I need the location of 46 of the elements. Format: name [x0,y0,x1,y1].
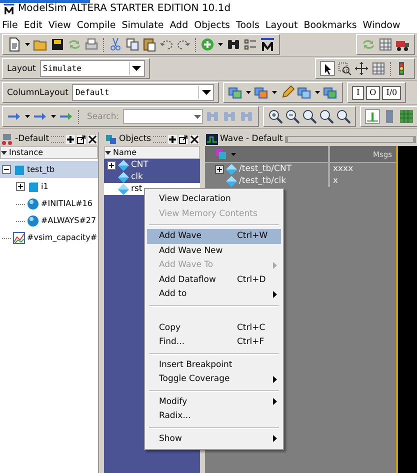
menu-item[interactable]: Add [170,20,188,30]
menu-item[interactable]: View [48,20,71,30]
menu-item[interactable]: Toggle Coverage [147,372,281,386]
port-button[interactable]: O [366,86,380,100]
menu-item[interactable]: Bookmarks [304,20,357,30]
layout-dropdown[interactable]: Simulate [40,60,145,77]
menu-item[interactable]: Show [147,432,281,446]
menu-item[interactable]: Add Wave New [147,244,281,258]
column-header[interactable]: Name [104,146,200,159]
menu-item[interactable]: Insert Breakpoint [147,358,281,372]
window-title: ModelSim ALTERA STARTER EDITION 10.1d [18,3,231,14]
tree-item[interactable]: #vsim_capacity# [0,229,98,246]
menu-item[interactable]: Edit [24,20,42,30]
signal-value: x [333,176,338,186]
menu-item[interactable]: Add Wave Ctrl+W [147,229,281,244]
menu-item[interactable]: Add to [147,287,281,302]
menu-item[interactable]: Add Dataflow Ctrl+D [147,272,281,287]
signal-name[interactable]: /test_tb/clk [239,176,286,186]
menu-item[interactable]: Radix... [147,409,281,424]
port-button[interactable]: I [352,86,364,100]
menu-item[interactable]: Tools [236,20,260,30]
menu-item[interactable]: Modify [147,394,281,409]
layout-label: Layout [7,64,36,74]
menu-item[interactable]: Objects [194,20,230,30]
signal-value: xxxx [333,164,354,174]
menu-item[interactable]: Find... Ctrl+F [147,335,281,350]
tree-item[interactable]: i1 [0,178,98,195]
pane-title: Wave - Default [220,134,283,144]
menu-item[interactable]: Layout [265,20,298,30]
port-button[interactable]: I/0 [382,86,402,100]
menu-item[interactable]: View Declaration [147,192,281,206]
signal-name[interactable]: /test_tb/CNT [239,164,292,174]
tree-item[interactable]: #ALWAYS#27 [0,212,98,229]
pane-title: -Default [15,134,50,144]
column-layout-label: ColumnLayout [7,88,68,98]
menu-item[interactable]: Compile [76,20,116,30]
menu-item[interactable]: Copy Ctrl+C [147,320,281,335]
search-label: Search: [87,112,120,122]
menu-item[interactable]: File [2,20,18,30]
menu-item[interactable]: Simulate [122,20,164,30]
column-header[interactable]: Instance [0,146,98,159]
tree-item[interactable]: #INITIAL#16 [0,195,98,212]
column-layout-dropdown[interactable]: Default [72,84,214,101]
menu-item[interactable]: Window [362,20,400,30]
pane-title: Objects [119,134,152,144]
tree-item[interactable]: test_tb [0,161,98,178]
